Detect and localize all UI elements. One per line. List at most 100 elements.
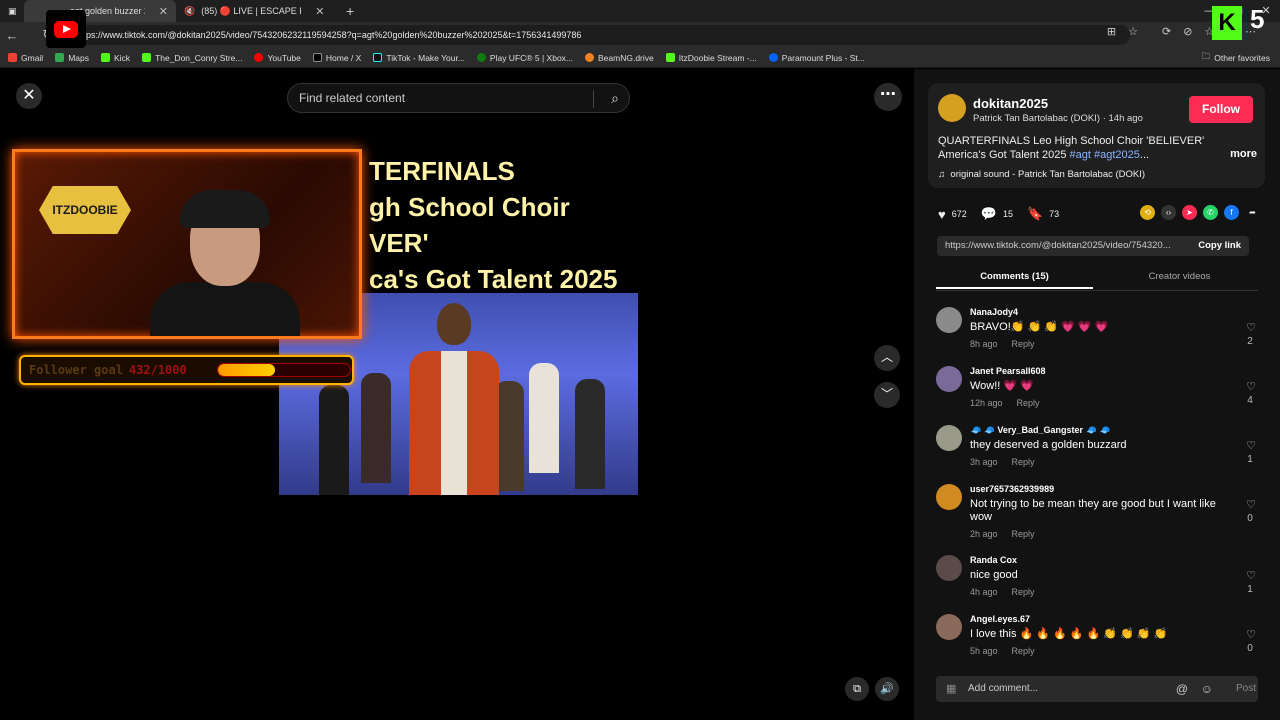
hashtag[interactable]: #agt <box>1070 149 1091 161</box>
heart-icon[interactable]: ♡ <box>1244 321 1258 334</box>
bookmark-maps[interactable]: Maps <box>49 53 95 63</box>
bookmark-kick[interactable]: Kick <box>95 53 136 63</box>
send-icon[interactable]: ➤ <box>1182 205 1197 220</box>
tab-close-icon[interactable]: ✕ <box>159 5 168 18</box>
comment-item: Angel.eyes.67 I love this 🔥 🔥 🔥 🔥 🔥 👏 👏 … <box>936 614 1258 664</box>
comment-meta: 4h ago Reply <box>970 587 1035 597</box>
commenter-name[interactable]: NanaJody4 <box>970 307 1018 317</box>
dancer <box>361 373 391 483</box>
reply-button[interactable]: Reply <box>1012 529 1035 539</box>
comment-text: Not trying to be mean they are good but … <box>970 498 1216 523</box>
whatsapp-icon[interactable]: ✆ <box>1203 205 1218 220</box>
favorite-star-icon[interactable]: ☆ <box>1128 25 1138 38</box>
author-handle[interactable]: dokitan2025 <box>973 96 1048 111</box>
heart-icon[interactable]: ♡ <box>1244 498 1258 511</box>
sound-link[interactable]: ♫ original sound - Patrick Tan Bartolaba… <box>938 169 1145 180</box>
commenter-avatar[interactable] <box>936 366 962 392</box>
heart-icon[interactable]: ♡ <box>1244 380 1258 393</box>
facebook-icon[interactable]: f <box>1224 205 1239 220</box>
commenter-name[interactable]: 🧢 🧢 Very_Bad_Gangster 🧢 🧢 <box>970 425 1110 436</box>
post-button[interactable]: Post <box>1236 676 1256 702</box>
pip-icon[interactable]: ⧉ <box>845 677 869 701</box>
app-icon[interactable]: ⊞ <box>1107 25 1116 38</box>
heart-icon: ♥ <box>938 206 946 222</box>
bookmark-youtube[interactable]: YouTube <box>248 53 306 63</box>
tab-youtube-label: (85) 🔴 LIVE | ESCAPE FROM… <box>201 5 301 16</box>
bookmark-itzdoobie[interactable]: ItzDoobie Stream -... <box>660 53 763 63</box>
heart-icon[interactable]: ♡ <box>1244 628 1258 641</box>
split-icon[interactable]: ⊘ <box>1183 25 1192 38</box>
heart-icon[interactable]: ♡ <box>1244 569 1258 582</box>
tab-youtube[interactable]: 🔇 (85) 🔴 LIVE | ESCAPE FROM… ✕ <box>176 0 336 22</box>
mute-icon[interactable]: 🔇 <box>184 6 195 17</box>
avatar[interactable] <box>938 94 966 122</box>
add-comment-field[interactable]: ▦ Add comment... @ ☺ Post <box>936 676 1258 702</box>
tab-close-icon[interactable]: ✕ <box>315 5 324 18</box>
overlay-number: 5 <box>1250 4 1265 34</box>
bookmark-x[interactable]: Home / X <box>307 53 367 63</box>
follow-button[interactable]: Follow <box>1189 96 1253 123</box>
kick-icon <box>101 53 110 62</box>
save-button[interactable]: 🔖 73 <box>1027 206 1059 222</box>
comment-time: 12h ago <box>970 398 1003 408</box>
address-bar-icons: ⊞ ☆ <box>1107 25 1138 38</box>
more-icon[interactable]: ⋯ <box>874 83 902 111</box>
comment-item: Randa Cox nice good 4h ago Reply ♡ 1 <box>936 555 1258 605</box>
hashtag[interactable]: #agt2025 <box>1094 149 1140 161</box>
comment-item: user7657362939989 Not trying to be mean … <box>936 484 1258 548</box>
reply-button[interactable]: Reply <box>1012 587 1035 597</box>
commenter-name[interactable]: Janet Pearsall608 <box>970 366 1046 376</box>
video-link-field[interactable]: https://www.tiktok.com/@dokitan2025/vide… <box>937 236 1249 256</box>
reply-button[interactable]: Reply <box>1012 457 1035 467</box>
bookmark-ufc[interactable]: Play UFC® 5 | Xbox... <box>471 53 579 63</box>
like-button[interactable]: ♥ 672 <box>938 207 967 222</box>
commenter-name[interactable]: user7657362939989 <box>970 484 1054 494</box>
embed-icon[interactable]: ‹› <box>1161 205 1176 220</box>
paramount-icon <box>768 53 778 62</box>
commenter-avatar[interactable] <box>936 484 962 510</box>
tab-actions-icon[interactable]: ▣ <box>0 0 24 22</box>
other-favorites[interactable]: 🗀 Other favorites <box>1202 48 1270 68</box>
heart-icon[interactable]: ♡ <box>1244 439 1258 452</box>
commenter-avatar[interactable] <box>936 555 962 581</box>
commenter-name[interactable]: Angel.eyes.67 <box>970 614 1030 624</box>
bookmark-icon: 🔖 <box>1026 206 1044 221</box>
follower-goal-fill <box>218 364 275 376</box>
bookmark-tiktok[interactable]: TikTok - Make Your... <box>367 53 471 63</box>
bookmark-paramount[interactable]: Paramount Plus - St... <box>763 53 871 63</box>
at-icon[interactable]: @ <box>1176 676 1188 702</box>
comment-list[interactable]: NanaJody4 BRAVO!👏 👏 👏 💗 💗 💗 8h ago Reply … <box>914 303 1280 665</box>
new-tab-button[interactable]: + <box>346 3 354 19</box>
chevron-up-icon[interactable]: ︿ <box>874 345 900 371</box>
share-icon[interactable]: ➦ <box>1245 205 1260 220</box>
commenter-avatar[interactable] <box>936 307 962 333</box>
commenter-avatar[interactable] <box>936 425 962 451</box>
copy-link-button[interactable]: Copy link <box>1198 236 1241 256</box>
url-field[interactable]: ps://www.tiktok.com/@dokitan2025/video/7… <box>78 25 1130 45</box>
back-icon[interactable]: ← <box>0 28 24 43</box>
reply-button[interactable]: Reply <box>1012 646 1035 656</box>
comment-button[interactable]: 💬 15 <box>981 206 1013 222</box>
follower-goal-widget: Follower goal 432/1000 <box>19 355 354 385</box>
comment-text: they deserved a golden buzzard <box>970 439 1127 451</box>
reply-button[interactable]: Reply <box>1012 339 1035 349</box>
tab-comments[interactable]: Comments (15) <box>936 271 1093 289</box>
repost-icon[interactable]: ⟲ <box>1140 205 1155 220</box>
emoji-icon[interactable]: ☺ <box>1201 676 1213 702</box>
more-link[interactable]: more <box>1230 148 1257 160</box>
commenter-name[interactable]: Randa Cox <box>970 555 1017 565</box>
search-input[interactable]: Find related content ⌕ <box>287 83 630 113</box>
bookmark-don-conry[interactable]: The_Don_Conry Stre... <box>136 53 248 63</box>
close-icon[interactable]: ✕ <box>16 83 42 109</box>
volume-icon[interactable]: 🔊 <box>875 677 899 701</box>
reply-button[interactable]: Reply <box>1017 398 1040 408</box>
search-icon[interactable]: ⌕ <box>611 84 619 112</box>
tab-creator-videos[interactable]: Creator videos <box>1101 271 1258 282</box>
commenter-avatar[interactable] <box>936 614 962 640</box>
chevron-down-icon[interactable]: ﹀ <box>874 382 900 408</box>
bookmark-beamng[interactable]: BeamNG.drive <box>579 53 660 63</box>
picture-icon[interactable]: ▦ <box>946 676 956 702</box>
bookmark-gmail[interactable]: Gmail <box>2 53 49 63</box>
extension-icon[interactable]: ⟳ <box>1162 25 1171 38</box>
bookmark-label: Play UFC® 5 | Xbox... <box>489 52 574 63</box>
